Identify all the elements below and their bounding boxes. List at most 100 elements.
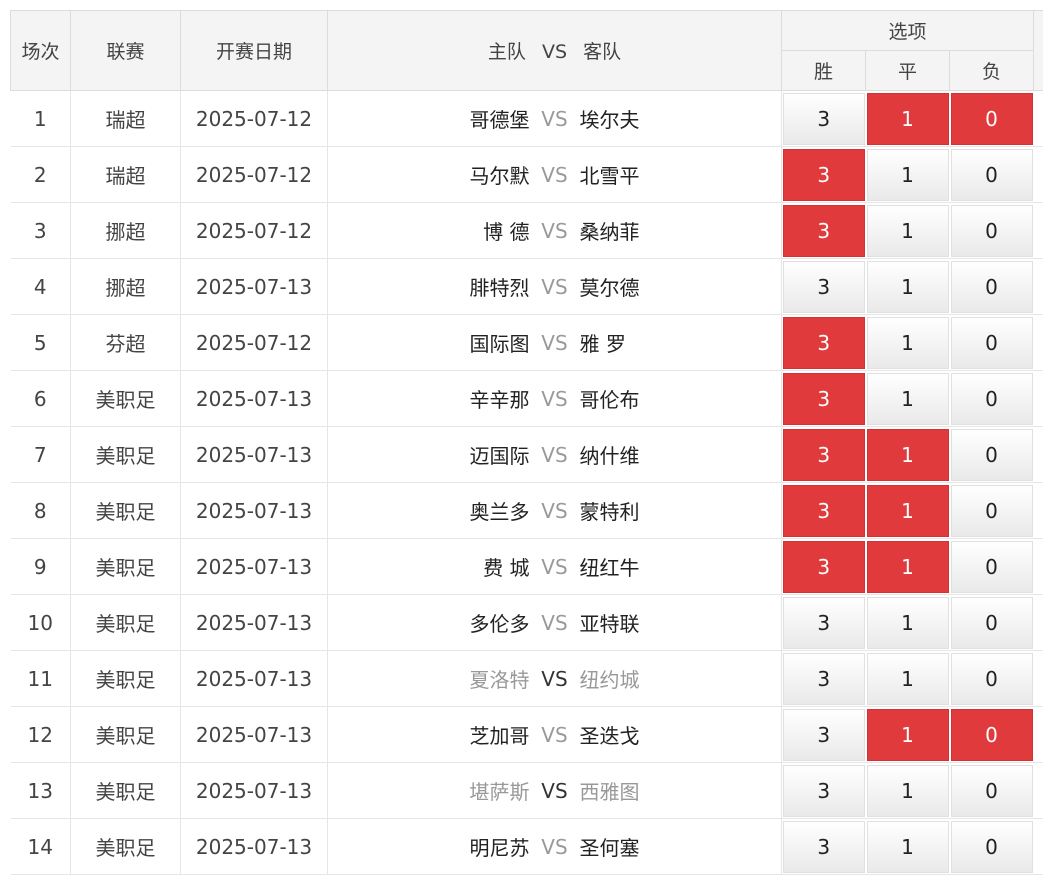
match-league: 挪超	[71, 203, 181, 259]
match-league: 美职足	[71, 371, 181, 427]
row-scroll-gutter	[1034, 763, 1043, 819]
match-teams: 费 城 VS 纽红牛	[328, 539, 782, 595]
option-cell-draw: 1	[866, 595, 950, 651]
option-win-button[interactable]: 3	[783, 261, 865, 313]
match-index: 13	[11, 763, 71, 819]
option-lose-button[interactable]: 0	[951, 821, 1033, 873]
match-date: 2025-07-13	[181, 427, 328, 483]
option-lose-button[interactable]: 0	[951, 541, 1033, 593]
option-draw-button[interactable]: 1	[867, 485, 949, 537]
option-cell-draw: 1	[866, 147, 950, 203]
match-index: 5	[11, 315, 71, 371]
option-win-button[interactable]: 3	[783, 373, 865, 425]
option-lose-button[interactable]: 0	[951, 597, 1033, 649]
table-row: 11 美职足 2025-07-13 夏洛特 VS 纽约城 3 1 0	[11, 651, 1043, 707]
option-lose-button[interactable]: 0	[951, 429, 1033, 481]
table-row: 9 美职足 2025-07-13 费 城 VS 纽红牛 3 1 0	[11, 539, 1043, 595]
match-date: 2025-07-13	[181, 707, 328, 763]
match-teams: 马尔默 VS 北雪平	[328, 147, 782, 203]
table-row: 4 挪超 2025-07-13 腓特烈 VS 莫尔德 3 1 0	[11, 259, 1043, 315]
match-league: 瑞超	[71, 91, 181, 147]
option-draw-button[interactable]: 1	[867, 653, 949, 705]
option-lose-button[interactable]: 0	[951, 373, 1033, 425]
option-draw-button[interactable]: 1	[867, 149, 949, 201]
option-draw-button[interactable]: 1	[867, 597, 949, 649]
option-lose-button[interactable]: 0	[951, 205, 1033, 257]
option-win-button[interactable]: 3	[783, 821, 865, 873]
option-lose-button[interactable]: 0	[951, 317, 1033, 369]
match-table-container: 场次 联赛 开赛日期 主队 VS 客队 选项 胜 平 负 1 瑞超 2025-0…	[10, 10, 1043, 875]
match-teams-row: 堪萨斯 VS 西雅图	[328, 776, 781, 805]
option-win-button[interactable]: 3	[783, 149, 865, 201]
option-cell-lose: 0	[950, 595, 1034, 651]
home-team: 博 德	[330, 216, 530, 245]
option-win-button[interactable]: 3	[783, 317, 865, 369]
header-match: 主队 VS 客队	[328, 11, 782, 91]
option-lose-button[interactable]: 0	[951, 485, 1033, 537]
option-draw-button[interactable]: 1	[867, 373, 949, 425]
match-league: 美职足	[71, 427, 181, 483]
match-teams-row: 迈国际 VS 纳什维	[328, 440, 781, 469]
vs-label: VS	[530, 667, 580, 691]
option-win-button[interactable]: 3	[783, 653, 865, 705]
match-league: 美职足	[71, 707, 181, 763]
match-index: 14	[11, 819, 71, 875]
option-win-button[interactable]: 3	[783, 429, 865, 481]
option-lose-button[interactable]: 0	[951, 765, 1033, 817]
match-teams: 明尼苏 VS 圣何塞	[328, 819, 782, 875]
option-win-button[interactable]: 3	[783, 485, 865, 537]
option-win-button[interactable]: 3	[783, 765, 865, 817]
row-scroll-gutter	[1034, 203, 1043, 259]
match-teams: 多伦多 VS 亚特联	[328, 595, 782, 651]
match-league: 美职足	[71, 819, 181, 875]
header-vs: VS	[542, 41, 567, 63]
row-scroll-gutter	[1034, 595, 1043, 651]
match-date: 2025-07-12	[181, 203, 328, 259]
row-scroll-gutter	[1034, 371, 1043, 427]
option-cell-lose: 0	[950, 203, 1034, 259]
option-cell-win: 3	[782, 147, 866, 203]
vs-label: VS	[530, 779, 580, 803]
option-cell-lose: 0	[950, 427, 1034, 483]
match-teams-row: 马尔默 VS 北雪平	[328, 160, 781, 189]
option-lose-button[interactable]: 0	[951, 149, 1033, 201]
match-index: 9	[11, 539, 71, 595]
option-cell-win: 3	[782, 315, 866, 371]
option-cell-lose: 0	[950, 91, 1034, 147]
option-draw-button[interactable]: 1	[867, 709, 949, 761]
match-teams: 夏洛特 VS 纽约城	[328, 651, 782, 707]
option-draw-button[interactable]: 1	[867, 765, 949, 817]
option-draw-button[interactable]: 1	[867, 821, 949, 873]
match-index: 4	[11, 259, 71, 315]
option-lose-button[interactable]: 0	[951, 653, 1033, 705]
option-draw-button[interactable]: 1	[867, 317, 949, 369]
option-lose-button[interactable]: 0	[951, 709, 1033, 761]
option-win-button[interactable]: 3	[783, 93, 865, 145]
option-draw-button[interactable]: 1	[867, 261, 949, 313]
match-index: 11	[11, 651, 71, 707]
match-table: 场次 联赛 开赛日期 主队 VS 客队 选项 胜 平 负 1 瑞超 2025-0…	[10, 10, 1043, 875]
option-draw-button[interactable]: 1	[867, 429, 949, 481]
table-row: 6 美职足 2025-07-13 辛辛那 VS 哥伦布 3 1 0	[11, 371, 1043, 427]
option-draw-button[interactable]: 1	[867, 93, 949, 145]
option-lose-button[interactable]: 0	[951, 93, 1033, 145]
option-win-button[interactable]: 3	[783, 541, 865, 593]
away-team: 西雅图	[580, 776, 780, 805]
option-lose-button[interactable]: 0	[951, 261, 1033, 313]
home-team: 夏洛特	[330, 664, 530, 693]
option-cell-lose: 0	[950, 819, 1034, 875]
option-win-button[interactable]: 3	[783, 597, 865, 649]
option-draw-button[interactable]: 1	[867, 541, 949, 593]
option-win-button[interactable]: 3	[783, 709, 865, 761]
home-team: 腓特烈	[330, 272, 530, 301]
match-date: 2025-07-13	[181, 819, 328, 875]
option-cell-lose: 0	[950, 315, 1034, 371]
match-teams-row: 哥德堡 VS 埃尔夫	[328, 104, 781, 133]
option-win-button[interactable]: 3	[783, 205, 865, 257]
option-draw-button[interactable]: 1	[867, 205, 949, 257]
match-date: 2025-07-13	[181, 763, 328, 819]
match-index: 3	[11, 203, 71, 259]
option-cell-lose: 0	[950, 483, 1034, 539]
match-teams-row: 多伦多 VS 亚特联	[328, 608, 781, 637]
match-league: 美职足	[71, 763, 181, 819]
